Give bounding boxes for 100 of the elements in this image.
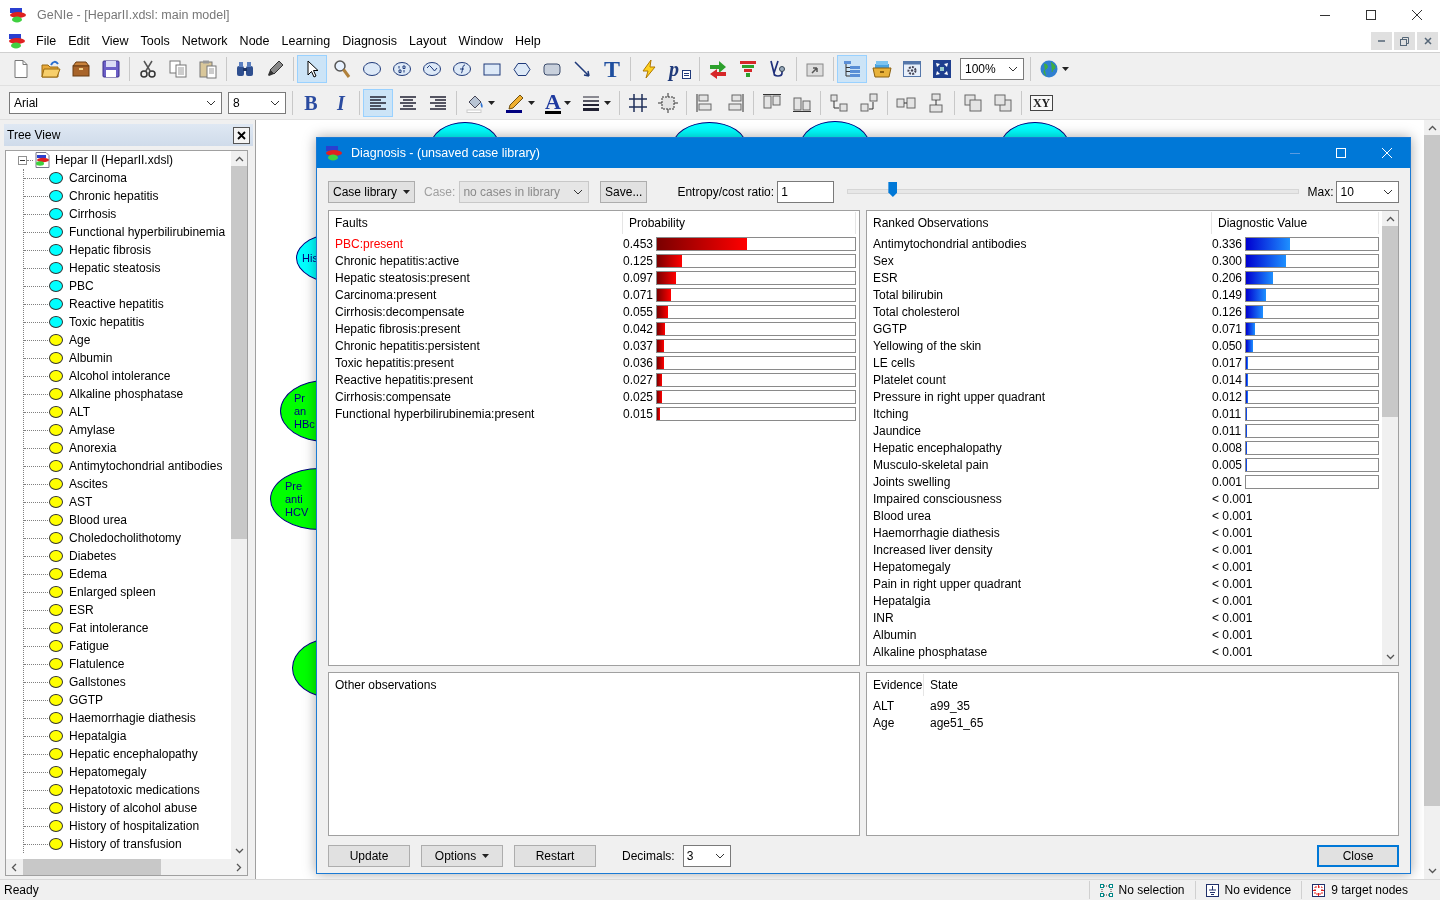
column-header[interactable]: Faults [329, 212, 623, 234]
observation-name[interactable]: Musculo-skeletal pain [867, 457, 1212, 472]
tree-item[interactable]: Fat intolerance [69, 621, 149, 635]
coordinates-button[interactable]: XY [1024, 88, 1059, 117]
tree-item[interactable]: Albumin [69, 351, 113, 365]
tree-item[interactable]: Hepatotoxic medications [69, 783, 200, 797]
column-header[interactable]: Probability [623, 212, 856, 234]
observation-name[interactable]: Haemorrhagie diathesis [867, 525, 1212, 540]
tree-item[interactable]: GGTP [69, 693, 103, 707]
menu-item[interactable]: Node [233, 34, 276, 48]
column-header[interactable]: State [924, 674, 1124, 696]
tree-item[interactable]: Hepatalgia [69, 729, 127, 743]
tree-item[interactable]: Amylase [69, 423, 115, 437]
menu-item[interactable]: Diagnosis [336, 34, 404, 48]
column-header[interactable]: Diagnostic Value [1212, 212, 1379, 234]
menu-item[interactable]: Edit [62, 34, 96, 48]
bold-button[interactable]: B [296, 88, 326, 117]
update-button[interactable]: Update [328, 845, 410, 867]
tree-item[interactable]: Fatigue [69, 639, 110, 653]
menu-item[interactable]: File [30, 34, 63, 48]
observation-name[interactable]: ESR [867, 270, 1212, 285]
observation-name[interactable]: Total cholesterol [867, 304, 1212, 319]
horizontal-scrollbar[interactable] [6, 859, 247, 875]
decimals-dropdown[interactable]: 3 [682, 845, 731, 867]
pointer-button[interactable] [297, 55, 327, 83]
tree-item[interactable]: Alcohol intolerance [69, 369, 171, 383]
tree-item[interactable]: Ascites [69, 477, 108, 491]
italic-button[interactable]: I [326, 88, 356, 117]
minimize-button[interactable] [1371, 32, 1392, 50]
close-button[interactable]: Close [1317, 845, 1399, 867]
tree-item[interactable]: AST [69, 495, 93, 509]
menu-item[interactable]: View [95, 34, 135, 48]
menu-item[interactable]: Network [175, 34, 234, 48]
tree-item[interactable]: Hepatomegaly [69, 765, 147, 779]
tree-item[interactable]: History of alcohol abuse [69, 801, 198, 815]
menu-item[interactable]: Help [509, 34, 547, 48]
tree-item[interactable]: Enlarged spleen [69, 585, 156, 599]
tree-item[interactable]: PBC [69, 279, 94, 293]
fault-name[interactable]: Chronic hepatitis:active [329, 253, 623, 268]
scrollbar[interactable] [1382, 211, 1398, 665]
observation-name[interactable]: Pressure in right upper quadrant [867, 389, 1212, 404]
observation-name[interactable]: Hepatomegaly [867, 559, 1212, 574]
fault-name[interactable]: Carcinoma:present [329, 287, 623, 302]
tree-item[interactable]: History of hospitalization [69, 819, 200, 833]
menu-item[interactable]: Layout [403, 34, 453, 48]
tree-item[interactable]: Haemorrhagie diathesis [69, 711, 196, 725]
tree-item[interactable]: Chronic hepatitis [69, 189, 159, 203]
observation-name[interactable]: Platelet count [867, 372, 1212, 387]
options-button[interactable]: Options [421, 845, 503, 867]
slider-thumb[interactable] [888, 182, 898, 197]
tree-item[interactable]: Blood urea [69, 513, 128, 527]
fault-name[interactable]: Hepatic fibrosis:present [329, 321, 623, 336]
fault-name[interactable]: Reactive hepatitis:present [329, 372, 623, 387]
tree-item[interactable]: Anorexia [69, 441, 117, 455]
menu-item[interactable]: Learning [275, 34, 337, 48]
tree-item[interactable]: Functional hyperbilirubinemia [69, 225, 226, 239]
fault-name[interactable]: Chronic hepatitis:persistent [329, 338, 623, 353]
fault-name[interactable]: Hepatic steatosis:present [329, 270, 623, 285]
max-dropdown[interactable]: 10 [1336, 181, 1399, 203]
entropy-input[interactable]: 1 [777, 181, 835, 203]
tree-item[interactable]: Hepar II (HeparII.xdsl) [55, 153, 174, 167]
observation-name[interactable]: Increased liver density [867, 542, 1212, 557]
tree-item[interactable]: ALT [69, 405, 91, 419]
tree-item[interactable]: Age [69, 333, 91, 347]
observation-name[interactable]: Jaundice [867, 423, 1212, 438]
tree-item[interactable]: Hepatic fibrosis [69, 243, 152, 257]
restart-button[interactable]: Restart [514, 845, 596, 867]
collapse-icon[interactable] [18, 155, 27, 165]
fault-name[interactable]: Functional hyperbilirubinemia:present [329, 406, 623, 421]
observation-name[interactable]: Albumin [867, 627, 1212, 642]
tree-item[interactable]: Reactive hepatitis [69, 297, 164, 311]
scrollbar-thumb[interactable] [1382, 226, 1398, 417]
text-tool-button[interactable]: T [597, 55, 627, 83]
tree-item[interactable]: Diabetes [69, 549, 117, 563]
menu-item[interactable]: Tools [134, 34, 176, 48]
observation-name[interactable]: Pain in right upper quadrant [867, 576, 1212, 591]
tree-item[interactable]: Antimytochondrial antibodies [69, 459, 223, 473]
tree-item[interactable]: Hepatic steatosis [69, 261, 161, 275]
column-header[interactable]: Ranked Observations [867, 212, 1212, 234]
font-size-dropdown[interactable]: 8 [228, 91, 286, 114]
tree-item[interactable]: Gallstones [69, 675, 126, 689]
observation-name[interactable]: Alkaline phosphatase [867, 644, 1212, 659]
tree-item[interactable]: Hepatic encephalopathy [69, 747, 198, 761]
tree-item[interactable]: Cirrhosis [69, 207, 117, 221]
tree-item[interactable]: Flatulence [69, 657, 125, 671]
tree-item[interactable]: History of transfusion [69, 837, 182, 851]
tree-item[interactable]: Carcinoma [69, 171, 128, 185]
observation-name[interactable]: Sex [867, 253, 1212, 268]
menu-item[interactable]: Window [452, 34, 510, 48]
evidence-node[interactable]: Age [867, 715, 924, 730]
fault-name[interactable]: Cirrhosis:compensate [329, 389, 623, 404]
observation-name[interactable]: Blood urea [867, 508, 1212, 523]
observation-name[interactable]: Impaired consciousness [867, 491, 1212, 506]
font-color-button[interactable]: A [540, 88, 576, 117]
tree-item[interactable]: Toxic hepatitis [69, 315, 145, 329]
observation-name[interactable]: Itching [867, 406, 1212, 421]
observation-name[interactable]: Yellowing of the skin [867, 338, 1212, 353]
observation-name[interactable]: Joints swelling [867, 474, 1212, 489]
probability-button[interactable]: p [664, 55, 696, 83]
save-button[interactable]: Save... [600, 181, 648, 203]
